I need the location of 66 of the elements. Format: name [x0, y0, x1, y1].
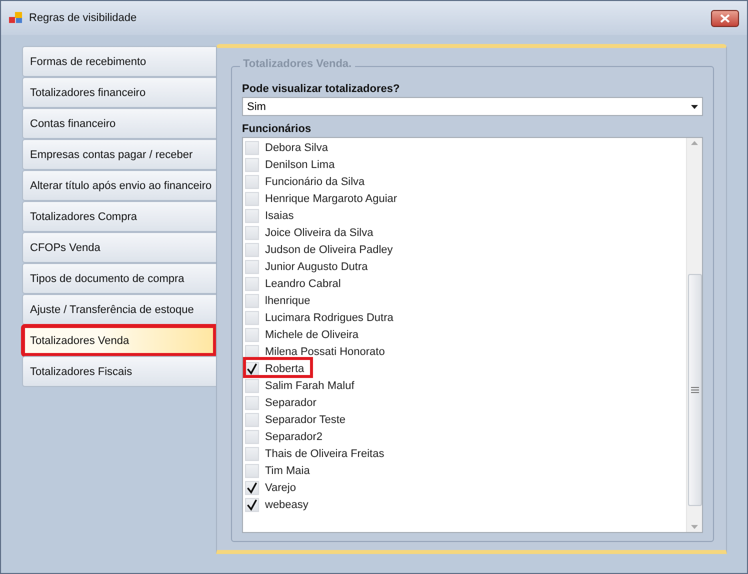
- employee-name: Tim Maia: [265, 464, 310, 476]
- side-tab[interactable]: Formas de recebimento: [22, 46, 216, 77]
- side-tab[interactable]: Contas financeiro: [22, 108, 216, 139]
- employee-name: Denilson Lima: [265, 158, 335, 170]
- checkbox[interactable]: [245, 208, 259, 222]
- grip-icon: [690, 387, 698, 393]
- window-title: Regras de visibilidade: [29, 12, 138, 24]
- dropdown-arrow-icon: [691, 104, 698, 108]
- close-button[interactable]: [711, 10, 739, 26]
- group-title: Totalizadores Venda.: [240, 58, 355, 70]
- employee-name: Salim Farah Maluf: [265, 380, 354, 392]
- checkbox[interactable]: [245, 362, 259, 376]
- employee-name: Thais de Oliveira Freitas: [265, 448, 384, 460]
- employee-name: Separador Teste: [265, 414, 346, 426]
- checkbox[interactable]: [245, 378, 259, 392]
- side-tab[interactable]: Totalizadores financeiro: [22, 77, 216, 108]
- side-tab[interactable]: Alterar título após envio ao financeiro: [22, 170, 216, 201]
- answer-dropdown[interactable]: Sim: [242, 97, 703, 116]
- checkbox[interactable]: [245, 174, 259, 188]
- side-tab[interactable]: CFOPs Venda: [22, 232, 216, 263]
- side-tab[interactable]: Tipos de documento de compra: [22, 263, 216, 294]
- employee-name: Milena Possati Honorato: [265, 346, 385, 358]
- employee-name: Separador: [265, 396, 316, 408]
- scrollbar[interactable]: [686, 138, 702, 532]
- checkbox[interactable]: [245, 430, 259, 444]
- checkbox[interactable]: [245, 242, 259, 256]
- checkbox[interactable]: [245, 446, 259, 460]
- checkbox[interactable]: [245, 140, 259, 154]
- employee-name: Lucimara Rodrigues Dutra: [265, 312, 394, 324]
- employee-name: Michele de Oliveira: [265, 328, 359, 340]
- employee-name: Varejo: [265, 482, 296, 494]
- checkbox[interactable]: [245, 328, 259, 342]
- employee-name: Judson de Oliveira Padley: [265, 244, 393, 256]
- employee-name: Leandro Cabral: [265, 278, 341, 290]
- checkbox[interactable]: [245, 158, 259, 172]
- checkbox[interactable]: [245, 226, 259, 240]
- checkbox[interactable]: [245, 310, 259, 324]
- side-tab[interactable]: Totalizadores Compra: [22, 201, 216, 232]
- side-tab[interactable]: Ajuste / Transferência de estoque: [22, 294, 216, 325]
- checkbox[interactable]: [245, 260, 259, 274]
- checkbox[interactable]: [245, 192, 259, 206]
- app-icon: [9, 12, 23, 24]
- checkbox[interactable]: [245, 344, 259, 358]
- employee-name: Roberta: [265, 362, 304, 374]
- side-tab[interactable]: Totalizadores Venda: [22, 325, 216, 356]
- close-icon: [720, 14, 730, 22]
- checkbox[interactable]: [245, 464, 259, 478]
- checkbox[interactable]: [245, 412, 259, 426]
- employee-name: Funcionário da Silva: [265, 176, 365, 188]
- employee-name: Debora Silva: [265, 142, 328, 154]
- employee-name: Joice Oliveira da Silva: [265, 226, 374, 238]
- employee-name: Henrique Margaroto Aguiar: [265, 192, 398, 204]
- employee-name: Junior Augusto Dutra: [265, 260, 368, 272]
- side-tab[interactable]: Totalizadores Fiscais: [22, 356, 216, 387]
- employee-name: Separador2: [265, 430, 322, 442]
- checkbox[interactable]: [245, 294, 259, 308]
- checkbox[interactable]: [245, 276, 259, 290]
- question-label: Pode visualizar totalizadores?: [242, 83, 401, 95]
- checkbox[interactable]: [245, 480, 259, 494]
- employee-name: Isaias: [265, 210, 294, 222]
- side-tab[interactable]: Empresas contas pagar / receber: [22, 139, 216, 170]
- list-label: Funcionários: [242, 123, 312, 135]
- checkbox[interactable]: [245, 396, 259, 410]
- employee-name: webeasy: [265, 498, 308, 510]
- employee-name: lhenrique: [265, 294, 310, 306]
- checkbox[interactable]: [245, 498, 259, 512]
